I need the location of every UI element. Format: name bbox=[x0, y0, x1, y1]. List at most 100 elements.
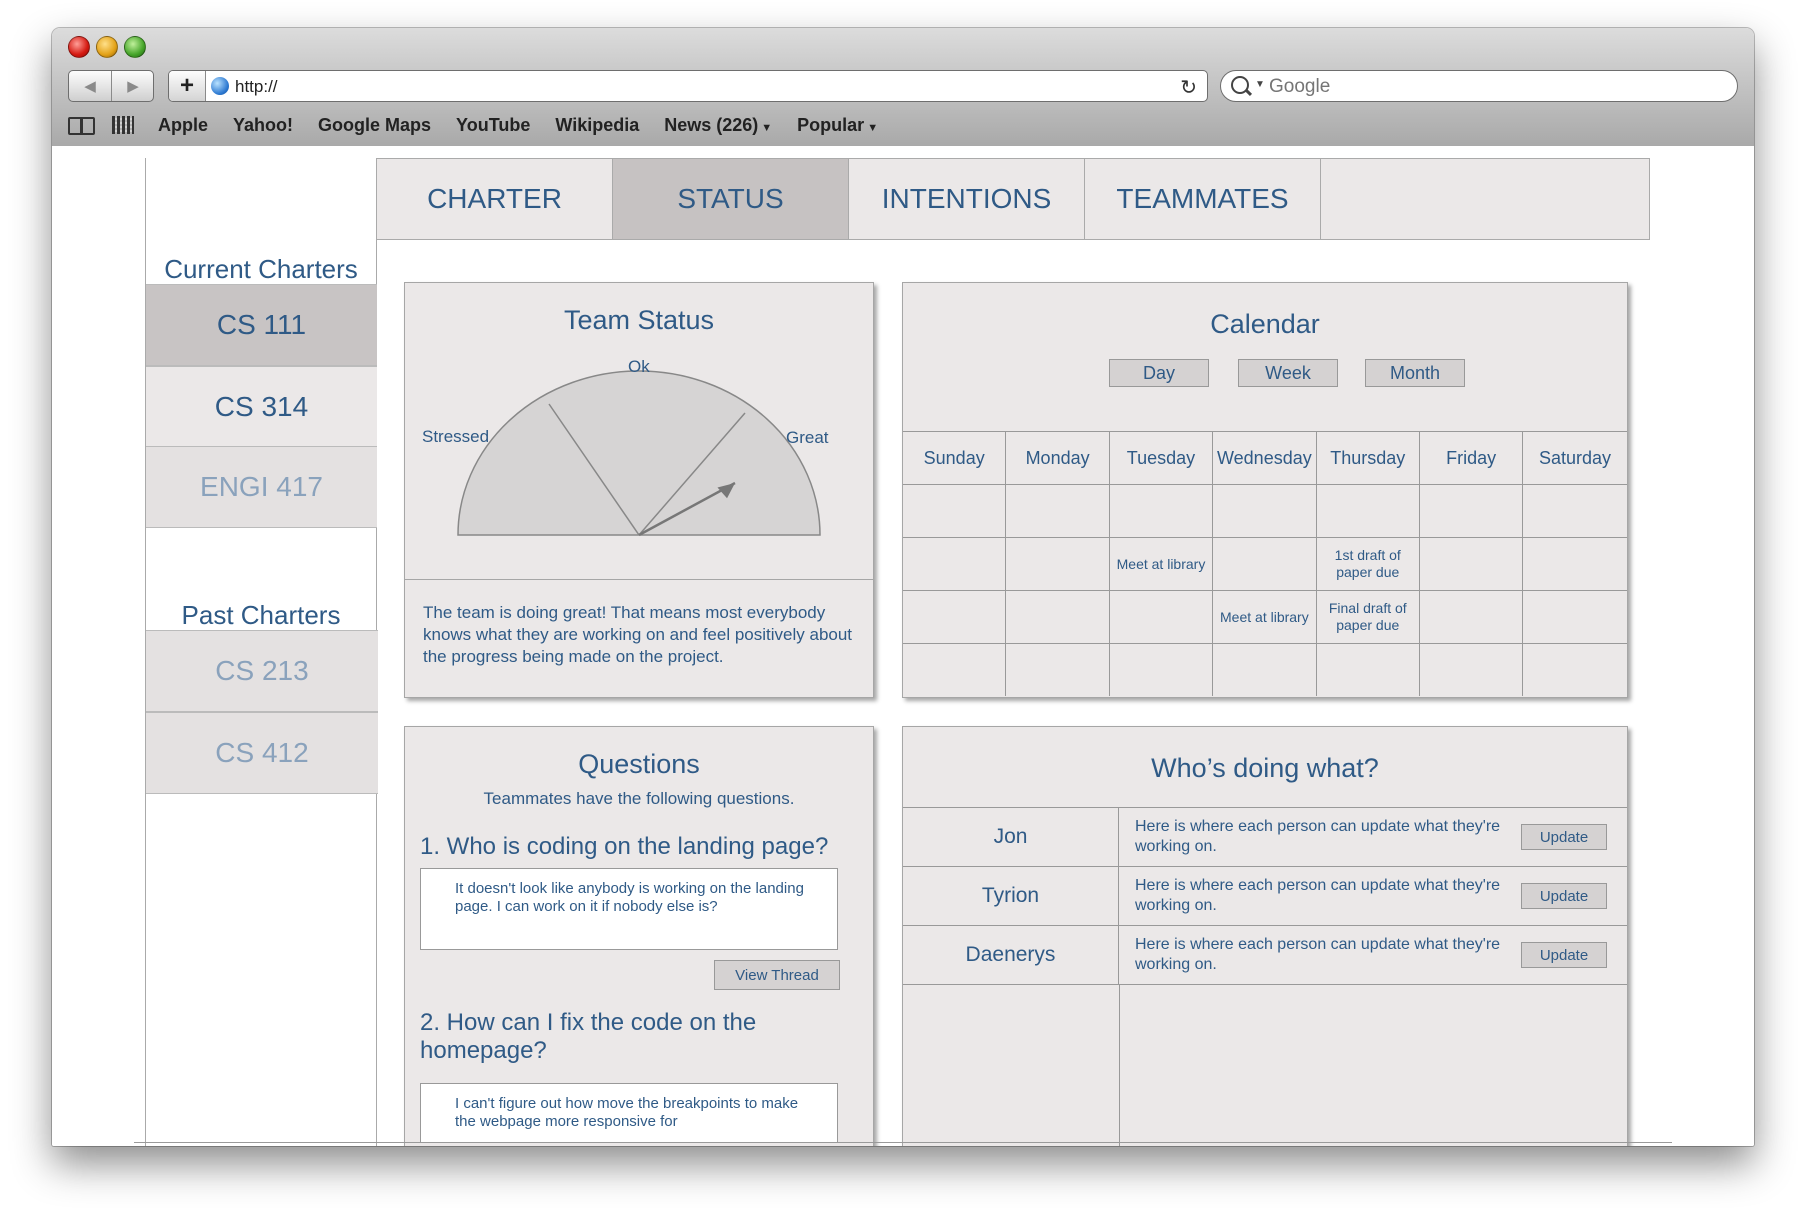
day-header: Monday bbox=[1006, 432, 1110, 484]
calendar-cell[interactable] bbox=[903, 591, 1007, 643]
browser-toolbar: ◀ ▶ + http:// ↻ ▼ Apple Yahoo! Google Ma… bbox=[52, 28, 1754, 147]
navigation-buttons: ◀ ▶ bbox=[68, 70, 154, 102]
plus-icon: + bbox=[179, 72, 194, 99]
questions-subtitle: Teammates have the following questions. bbox=[483, 789, 795, 808]
calendar-cell[interactable] bbox=[1523, 591, 1626, 643]
calendar-cell[interactable] bbox=[1110, 591, 1214, 643]
current-charters-heading: Current Charters bbox=[164, 254, 358, 284]
calendar-cell[interactable] bbox=[1006, 538, 1110, 590]
calendar-cell[interactable] bbox=[1213, 538, 1317, 590]
question-2-title[interactable]: 2. How can I fix the code on the homepag… bbox=[420, 1009, 860, 1065]
calendar-event[interactable]: Meet at library bbox=[1110, 538, 1214, 590]
tab-charter[interactable]: CHARTER bbox=[377, 159, 613, 239]
calendar-week-row: Meet at library 1st draft of paper due bbox=[903, 537, 1627, 590]
day-header: Thursday bbox=[1317, 432, 1420, 484]
calendar-cell[interactable] bbox=[1420, 644, 1524, 696]
bookmark-google-maps[interactable]: Google Maps bbox=[318, 115, 431, 136]
book-icon[interactable] bbox=[68, 117, 95, 135]
view-thread-button[interactable]: View Thread bbox=[714, 960, 840, 990]
calendar-cell[interactable] bbox=[1420, 591, 1524, 643]
bookmark-apple[interactable]: Apple bbox=[158, 115, 208, 136]
calendar-cell[interactable] bbox=[1110, 644, 1214, 696]
calendar-cell[interactable] bbox=[1317, 485, 1420, 537]
calendar-event[interactable]: Final draft of paper due bbox=[1317, 591, 1420, 643]
calendar-cell[interactable] bbox=[903, 644, 1007, 696]
day-header: Tuesday bbox=[1110, 432, 1214, 484]
calendar-cell[interactable] bbox=[1523, 485, 1626, 537]
calendar-cell[interactable] bbox=[1420, 538, 1524, 590]
back-arrow-icon: ◀ bbox=[84, 78, 96, 95]
update-button[interactable]: Update bbox=[1521, 883, 1607, 909]
teammate-name: Daenerys bbox=[903, 926, 1119, 984]
gauge-label-great: Great bbox=[786, 428, 829, 447]
day-header: Wednesday bbox=[1213, 432, 1317, 484]
table-divider bbox=[1119, 984, 1120, 1146]
month-view-button[interactable]: Month bbox=[1365, 359, 1465, 387]
questions-title: Questions bbox=[578, 749, 700, 779]
calendar-cell[interactable] bbox=[1110, 485, 1214, 537]
bookmark-yahoo[interactable]: Yahoo! bbox=[233, 115, 293, 136]
past-charters-heading: Past Charters bbox=[181, 600, 341, 630]
calendar-cell[interactable] bbox=[903, 538, 1007, 590]
gauge-label-stressed: Stressed bbox=[422, 427, 490, 446]
update-button[interactable]: Update bbox=[1521, 942, 1607, 968]
update-button[interactable]: Update bbox=[1521, 824, 1607, 850]
question-2-answer: I can't figure out how move the breakpoi… bbox=[420, 1083, 838, 1143]
close-window-button[interactable] bbox=[68, 36, 90, 58]
table-row: Jon Here is where each person can update… bbox=[903, 807, 1627, 866]
tab-status[interactable]: STATUS bbox=[613, 159, 849, 239]
questions-panel: Questions Teammates have the following q… bbox=[404, 726, 874, 1146]
question-1-title[interactable]: 1. Who is coding on the landing page? bbox=[420, 833, 860, 861]
question-1-answer: It doesn't look like anybody is working … bbox=[420, 868, 838, 950]
calendar-cell[interactable] bbox=[1006, 485, 1110, 537]
charters-sidebar: Current Charters CS 111 CS 314 ENGI 417 … bbox=[145, 158, 378, 1146]
address-bar[interactable]: + http:// ↻ bbox=[168, 70, 1208, 102]
bookmarks-bar: Apple Yahoo! Google Maps YouTube Wikiped… bbox=[68, 112, 903, 138]
day-view-button[interactable]: Day bbox=[1109, 359, 1209, 387]
teammate-task: Here is where each person can update wha… bbox=[1135, 936, 1501, 973]
sidebar-item-cs-314[interactable]: CS 314 bbox=[146, 366, 377, 448]
grid-icon[interactable] bbox=[112, 116, 134, 134]
back-button[interactable]: ◀ bbox=[69, 71, 112, 101]
teammate-name: Jon bbox=[903, 808, 1119, 866]
calendar-cell[interactable] bbox=[903, 485, 1007, 537]
sidebar-item-cs-412[interactable]: CS 412 bbox=[146, 712, 378, 794]
reload-icon[interactable]: ↻ bbox=[1180, 75, 1197, 100]
bookmark-news[interactable]: News (226) ▼ bbox=[664, 115, 772, 136]
day-header: Friday bbox=[1420, 432, 1524, 484]
calendar-cell[interactable] bbox=[1523, 644, 1626, 696]
calendar-event[interactable]: 1st draft of paper due bbox=[1317, 538, 1420, 590]
whos-doing-what-panel: Who’s doing what? Jon Here is where each… bbox=[902, 726, 1628, 1146]
calendar-event[interactable]: Meet at library bbox=[1213, 591, 1317, 643]
url-text[interactable]: http:// bbox=[235, 77, 278, 97]
table-row: Tyrion Here is where each person can upd… bbox=[903, 866, 1627, 925]
zoom-window-button[interactable] bbox=[124, 36, 146, 58]
week-view-button[interactable]: Week bbox=[1238, 359, 1338, 387]
browser-window: ◀ ▶ + http:// ↻ ▼ Apple Yahoo! Google Ma… bbox=[52, 28, 1754, 1146]
day-header: Sunday bbox=[903, 432, 1007, 484]
sidebar-item-cs-111[interactable]: CS 111 bbox=[146, 284, 377, 366]
calendar-cell[interactable] bbox=[1420, 485, 1524, 537]
tab-intentions[interactable]: INTENTIONS bbox=[849, 159, 1085, 239]
team-status-panel: Team Status Stressed Ok Great The team i… bbox=[404, 282, 874, 698]
search-box[interactable]: ▼ bbox=[1220, 70, 1738, 102]
bookmark-wikipedia[interactable]: Wikipedia bbox=[555, 115, 639, 136]
calendar-cell[interactable] bbox=[1213, 485, 1317, 537]
calendar-cell[interactable] bbox=[1006, 644, 1110, 696]
calendar-cell[interactable] bbox=[1213, 644, 1317, 696]
day-header: Saturday bbox=[1539, 447, 1612, 468]
calendar-cell[interactable] bbox=[1006, 591, 1110, 643]
add-bookmark-button[interactable]: + bbox=[169, 71, 206, 101]
calendar-cell[interactable] bbox=[1523, 538, 1626, 590]
tab-teammates[interactable]: TEAMMATES bbox=[1085, 159, 1321, 239]
bookmark-youtube[interactable]: YouTube bbox=[456, 115, 530, 136]
search-input[interactable] bbox=[1267, 74, 1711, 100]
page-bottom-rule bbox=[134, 1142, 1672, 1143]
bookmark-popular[interactable]: Popular ▼ bbox=[797, 115, 878, 136]
calendar-grid: Sunday Monday Tuesday Wednesday Thursday… bbox=[903, 431, 1627, 696]
minimize-window-button[interactable] bbox=[96, 36, 118, 58]
calendar-cell[interactable] bbox=[1317, 644, 1420, 696]
sidebar-item-engi-417[interactable]: ENGI 417 bbox=[146, 446, 377, 528]
sidebar-item-cs-213[interactable]: CS 213 bbox=[146, 630, 378, 712]
forward-button[interactable]: ▶ bbox=[112, 71, 154, 101]
